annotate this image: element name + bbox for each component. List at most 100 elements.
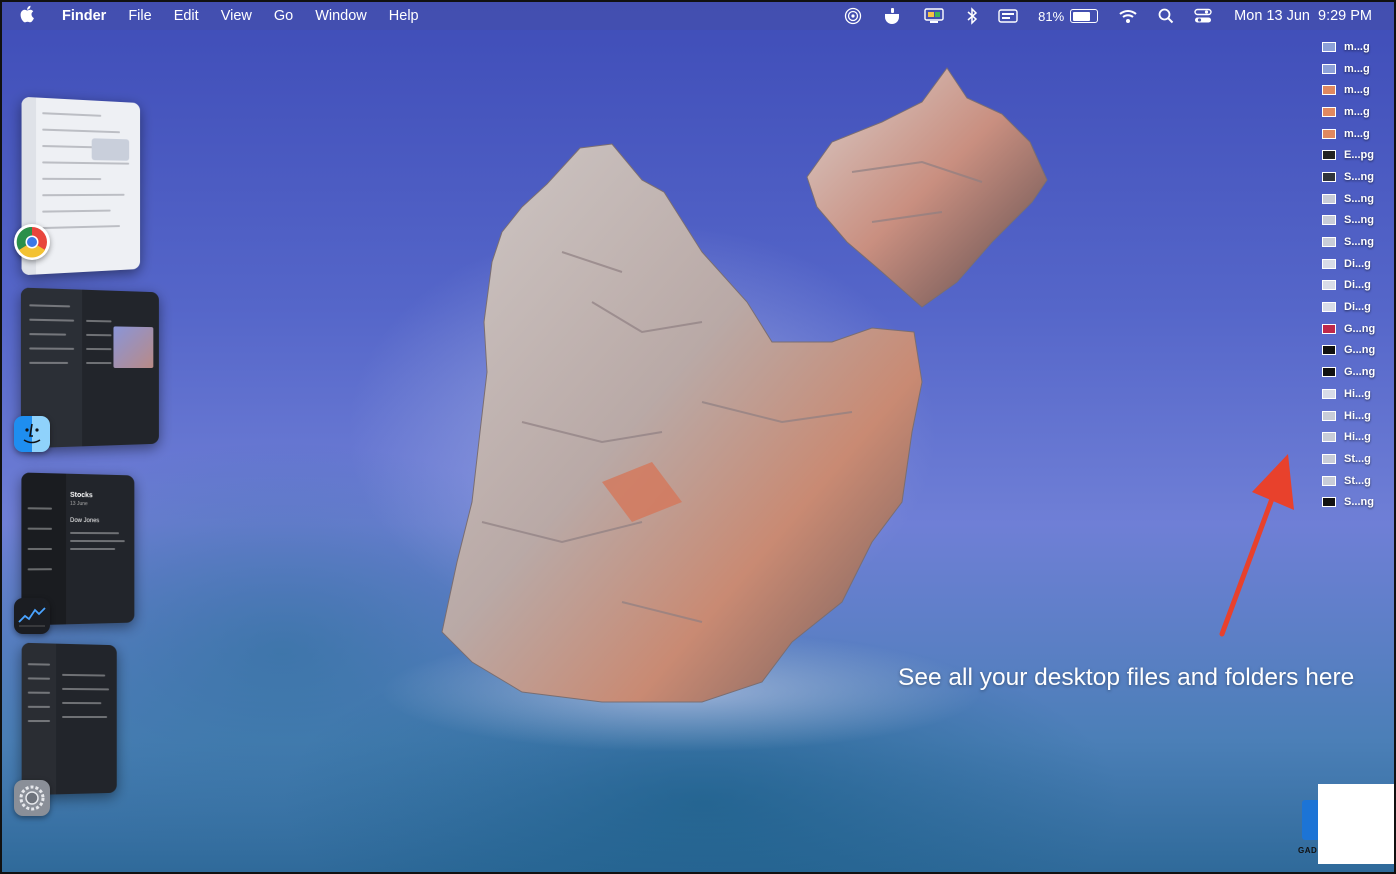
file-thumbnail-icon [1322, 323, 1336, 334]
menu-window[interactable]: Window [315, 8, 367, 24]
file-thumbnail-icon [1322, 193, 1336, 204]
file-thumbnail-icon [1322, 410, 1336, 421]
file-thumbnail-icon [1322, 106, 1336, 117]
keyboard-icon[interactable] [998, 8, 1018, 24]
file-name: Hi...g [1344, 431, 1371, 444]
file-thumbnail-icon [1322, 280, 1336, 291]
file-name: St...g [1344, 474, 1371, 487]
menu-file[interactable]: File [128, 8, 151, 24]
file-name: S...ng [1344, 214, 1374, 227]
coffee-cup-icon[interactable] [882, 7, 904, 25]
wifi-icon[interactable] [1118, 8, 1138, 24]
file-name: Di...g [1344, 257, 1371, 270]
file-name: m...g [1344, 62, 1370, 75]
file-thumbnail-icon [1322, 41, 1336, 52]
menu-clock[interactable]: Mon 13 Jun 9:29 PM [1234, 8, 1372, 24]
desktop-file-item[interactable]: St...g [1322, 448, 1384, 470]
menu-bar: Finder File Edit View Go Window Help 81%… [2, 2, 1394, 30]
bluetooth-icon[interactable] [966, 7, 978, 25]
file-thumbnail-icon [1322, 388, 1336, 399]
menu-finder[interactable]: Finder [62, 8, 106, 24]
file-name: E...pg [1344, 149, 1374, 162]
file-thumbnail-icon [1322, 237, 1336, 248]
file-name: Di...g [1344, 301, 1371, 314]
desktop-file-item[interactable]: m...g [1322, 101, 1384, 123]
battery-percent[interactable]: 81% [1038, 9, 1064, 24]
annotation-caption: See all your desktop files and folders h… [898, 664, 1355, 691]
menu-view[interactable]: View [221, 8, 252, 24]
file-name: S...ng [1344, 170, 1374, 183]
desktop-file-item[interactable]: Di...g [1322, 253, 1384, 275]
file-name: m...g [1344, 127, 1370, 140]
file-thumbnail-icon [1322, 345, 1336, 356]
file-name: Hi...g [1344, 387, 1371, 400]
file-thumbnail-icon [1322, 128, 1336, 139]
chrome-icon[interactable] [14, 224, 50, 260]
apple-logo-icon[interactable] [20, 5, 42, 27]
finder-icon[interactable] [14, 416, 50, 452]
stocks-date: 13 June [70, 500, 88, 508]
desktop: Finder File Edit View Go Window Help 81%… [0, 0, 1396, 874]
file-thumbnail-icon [1322, 475, 1336, 486]
desktop-file-item[interactable]: E...pg [1322, 144, 1384, 166]
file-name: Di...g [1344, 279, 1371, 292]
file-thumbnail-icon [1322, 367, 1336, 378]
menu-help[interactable]: Help [389, 8, 419, 24]
file-thumbnail-icon [1322, 215, 1336, 226]
file-name: Hi...g [1344, 409, 1371, 422]
file-thumbnail-icon [1322, 171, 1336, 182]
file-name: S...ng [1344, 192, 1374, 205]
battery-icon[interactable] [1070, 9, 1099, 23]
airdrop-icon[interactable] [844, 7, 862, 25]
file-name: St...g [1344, 452, 1371, 465]
file-name: S...ng [1344, 496, 1374, 509]
desktop-file-item[interactable]: Di...g [1322, 275, 1384, 297]
file-name: m...g [1344, 40, 1370, 53]
file-name: G...ng [1344, 322, 1376, 335]
file-name: G...ng [1344, 344, 1376, 357]
file-name: m...g [1344, 84, 1370, 97]
desktop-file-item[interactable]: S...ng [1322, 491, 1384, 513]
file-thumbnail-icon [1322, 302, 1336, 313]
file-thumbnail-icon [1322, 150, 1336, 161]
stocks-headline: Dow Jones [70, 517, 100, 525]
file-name: m...g [1344, 105, 1370, 118]
system-preferences-icon[interactable] [14, 780, 50, 816]
stocks-icon[interactable] [14, 598, 50, 634]
stocks-title: Stocks [70, 491, 93, 500]
watermark-text: GAD [1298, 846, 1318, 855]
desktop-file-item[interactable]: G...ng [1322, 340, 1384, 362]
file-thumbnail-icon [1322, 63, 1336, 74]
desktop-file-item[interactable]: Di...g [1322, 296, 1384, 318]
desktop-files: m...g m...g m...g m...g m...g E...pg S...ng S..… [1322, 36, 1384, 513]
desktop-file-item[interactable]: St...g [1322, 470, 1384, 492]
search-icon[interactable] [1158, 8, 1174, 24]
file-thumbnail-icon [1322, 258, 1336, 269]
desktop-file-item[interactable]: Hi...g [1322, 383, 1384, 405]
desktop-file-item[interactable]: m...g [1322, 123, 1384, 145]
desktop-file-item[interactable]: S...ng [1322, 210, 1384, 232]
wallpaper-rocks [382, 67, 1294, 752]
menu-edit[interactable]: Edit [174, 8, 199, 24]
desktop-file-item[interactable]: G...ng [1322, 361, 1384, 383]
arrow-line [1219, 485, 1279, 637]
file-thumbnail-icon [1322, 497, 1336, 508]
display-icon[interactable] [924, 7, 946, 25]
desktop-file-item[interactable]: Hi...g [1322, 405, 1384, 427]
file-name: S...ng [1344, 236, 1374, 249]
file-name: G...ng [1344, 366, 1376, 379]
desktop-file-item[interactable]: m...g [1322, 58, 1384, 80]
menu-go[interactable]: Go [274, 8, 293, 24]
desktop-file-item[interactable]: S...ng [1322, 231, 1384, 253]
file-thumbnail-icon [1322, 432, 1336, 443]
corner-overlay [1318, 784, 1394, 864]
desktop-file-item[interactable]: S...ng [1322, 166, 1384, 188]
control-center-icon[interactable] [1194, 8, 1212, 24]
desktop-file-item[interactable]: m...g [1322, 36, 1384, 58]
file-thumbnail-icon [1322, 85, 1336, 96]
stage-window-thumbnail[interactable] [21, 642, 117, 796]
desktop-file-item[interactable]: Hi...g [1322, 426, 1384, 448]
desktop-file-item[interactable]: m...g [1322, 79, 1384, 101]
desktop-file-item[interactable]: G...ng [1322, 318, 1384, 340]
desktop-file-item[interactable]: S...ng [1322, 188, 1384, 210]
